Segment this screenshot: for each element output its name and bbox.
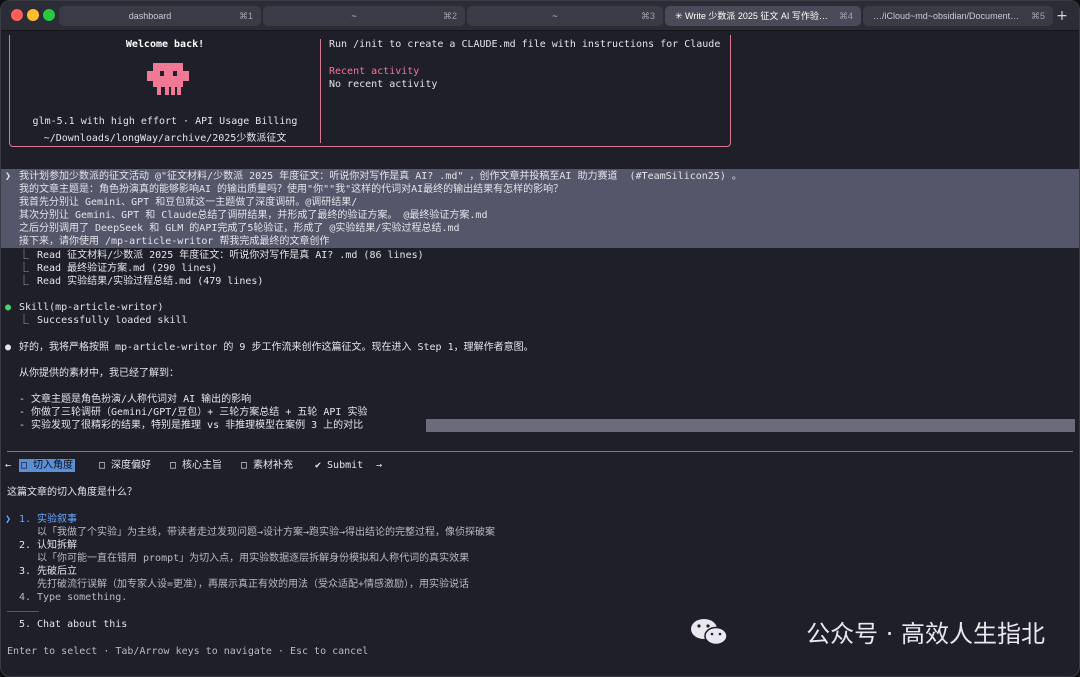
welcome-panel: Welcome back! glm-5.1 with high effort ·… <box>9 35 731 147</box>
tree-branch-icon: ⎿ <box>19 276 29 287</box>
nav-right-arrow[interactable]: → <box>376 459 382 472</box>
tab-1[interactable]: dashboard ⌘1 <box>59 6 261 26</box>
welcome-title: Welcome back! <box>125 39 205 50</box>
option-description: 先打破流行误解（加专家人设=更准），再展示真正有效的用法（受众适配+情感激励），… <box>37 579 470 590</box>
option-5-chat-about-this[interactable]: Chat about this <box>37 618 127 631</box>
minimize-window-button[interactable] <box>27 9 39 21</box>
tab-bar: dashboard ⌘1 ~ ⌘2 ~ ⌘3 ✳ Write 少数派 2025 … <box>1 1 1079 31</box>
prompt-line: 其次分别让 Gemini、GPT 和 Claude总结了调研结果，并形成了最终的… <box>19 210 488 221</box>
question-text: 这篇文章的切入角度是什么？ <box>7 487 137 498</box>
success-bullet-icon: ● <box>5 302 12 313</box>
tab-title: ✳ Write 少数派 2025 征文 AI 写作验证… <box>675 11 831 21</box>
question-tab-material[interactable]: □ 素材补充 <box>241 459 293 472</box>
init-tip: Run /init to create a CLAUDE.md file wit… <box>329 39 721 50</box>
option-number: 5. <box>19 619 32 630</box>
tab-4-active[interactable]: ✳ Write 少数派 2025 征文 AI 写作验证… ⌘4 <box>665 6 861 26</box>
response-point: - 实验发现了很精彩的结果，特别是推理 vs 非推理模型在案例 3 上的对比 <box>19 420 364 431</box>
submit-tab[interactable]: ✔ Submit <box>315 459 363 472</box>
tab-shortcut: ⌘5 <box>1030 11 1045 21</box>
prompt-line: 之后分别调用了 DeepSeek 和 GLM 的API完成了5轮验证，形成了 @… <box>19 223 460 234</box>
option-2-cognitive-breakdown[interactable]: 认知拆解 <box>37 539 77 552</box>
option-3-break-then-build[interactable]: 先破后立 <box>37 565 77 578</box>
options-separator <box>7 611 39 612</box>
skill-name: Skill(mp-article-writor) <box>19 302 164 313</box>
read-result: Read 实验结果/实验过程总结.md (479 lines) <box>37 276 264 287</box>
response-point: - 你做了三轮调研（Gemini/GPT/豆包）+ 三轮方案总结 + 五轮 AP… <box>19 407 368 418</box>
close-window-button[interactable] <box>11 9 23 21</box>
mascot-icon <box>147 63 189 95</box>
tab-title: dashboard <box>128 11 172 21</box>
read-result: Read 征文材料/少数派 2025 年度征文：听说你对写作是真 AI? .md… <box>37 250 424 261</box>
question-tab-angle[interactable]: □ 切入角度 <box>19 459 76 472</box>
panel-divider <box>320 39 321 143</box>
response-bullet-icon: ● <box>5 342 12 353</box>
recent-activity-text: No recent activity <box>329 79 438 90</box>
wechat-icon <box>691 619 728 646</box>
tab-title: …/iCloud~md~obsidian/Documents/… <box>873 11 1023 21</box>
tab-shortcut: ⌘1 <box>238 11 253 21</box>
working-directory: ~/Downloads/longWay/archive/2025少数派征文 <box>43 133 287 144</box>
terminal-content[interactable]: Welcome back! glm-5.1 with high effort ·… <box>1 32 1079 676</box>
question-tab-depth[interactable]: □ 深度偏好 <box>99 459 151 472</box>
tab-title: ~ <box>552 11 558 21</box>
tab-3[interactable]: ~ ⌘3 <box>467 6 663 26</box>
option-1-experiment-narrative[interactable]: 实验叙事 <box>37 513 77 526</box>
prompt-marker: ❯ <box>5 171 12 182</box>
prompt-line: 我首先分别让 Gemini、GPT 和豆包就这一主题做了深度调研。@调研结果/ <box>19 197 358 208</box>
tab-shortcut: ⌘3 <box>640 11 655 21</box>
skill-result: Successfully loaded skill <box>37 315 188 326</box>
prompt-line: 我的文章主题是：角色扮演真的能够影响AI 的输出质量吗？使用"你""我"这样的代… <box>19 184 564 195</box>
footer-hint: Enter to select · Tab/Arrow keys to navi… <box>7 646 369 657</box>
new-tab-button[interactable]: + <box>1053 6 1071 26</box>
terminal-window: dashboard ⌘1 ~ ⌘2 ~ ⌘3 ✳ Write 少数派 2025 … <box>0 0 1080 677</box>
question-tab-theme[interactable]: □ 核心主旨 <box>170 459 222 472</box>
divider <box>7 451 1073 452</box>
prompt-line: 我计划参加少数派的征文活动 @"征文材料/少数派 2025 年度征文：听说你对写… <box>19 171 742 182</box>
prompt-line: 接下来，请你使用 /mp-article-writor 帮我完成最终的文章创作 <box>19 236 330 247</box>
option-description: 以「我做了个实验」为主线，带读者走过发现问题→设计方案→跑实验→得出结论的完整过… <box>37 527 496 538</box>
recent-activity-title: Recent activity <box>329 66 420 77</box>
tab-5[interactable]: …/iCloud~md~obsidian/Documents/… ⌘5 <box>863 6 1053 26</box>
watermark-text: 公众号 · 高效人生指北 <box>806 620 1045 648</box>
response-point: - 文章主题是角色扮演/人称代词对 AI 输出的影响 <box>19 394 252 405</box>
tree-branch-icon: ⎿ <box>19 250 29 261</box>
tab-shortcut: ⌘2 <box>442 11 457 21</box>
response-known: 从你提供的素材中，我已经了解到： <box>19 368 179 379</box>
zoom-window-button[interactable] <box>43 9 55 21</box>
option-number: 4. <box>19 592 32 603</box>
read-result: Read 最终验证方案.md (290 lines) <box>37 263 218 274</box>
option-number: 1. <box>19 514 32 525</box>
option-4-type-something[interactable]: Type something. <box>37 591 127 604</box>
line-highlight <box>426 419 1075 432</box>
option-number: 2. <box>19 540 32 551</box>
tab-shortcut: ⌘4 <box>838 11 853 21</box>
nav-left-arrow[interactable]: ← <box>5 459 11 472</box>
model-info: glm-5.1 with high effort · API Usage Bil… <box>32 116 298 127</box>
option-number: 3. <box>19 566 32 577</box>
option-description: 以「你可能一直在错用 prompt」为切入点，用实验数据逐层拆解身份模拟和人称代… <box>37 553 470 564</box>
tree-branch-icon: ⎿ <box>19 263 29 274</box>
tab-2[interactable]: ~ ⌘2 <box>263 6 465 26</box>
tree-branch-icon: ⎿ <box>19 315 29 326</box>
tab-title: ~ <box>351 11 357 21</box>
response-intro: 好的，我将严格按照 mp-article-writor 的 9 步工作流来创作这… <box>19 342 534 353</box>
selected-option-marker: ❯ <box>5 514 12 525</box>
